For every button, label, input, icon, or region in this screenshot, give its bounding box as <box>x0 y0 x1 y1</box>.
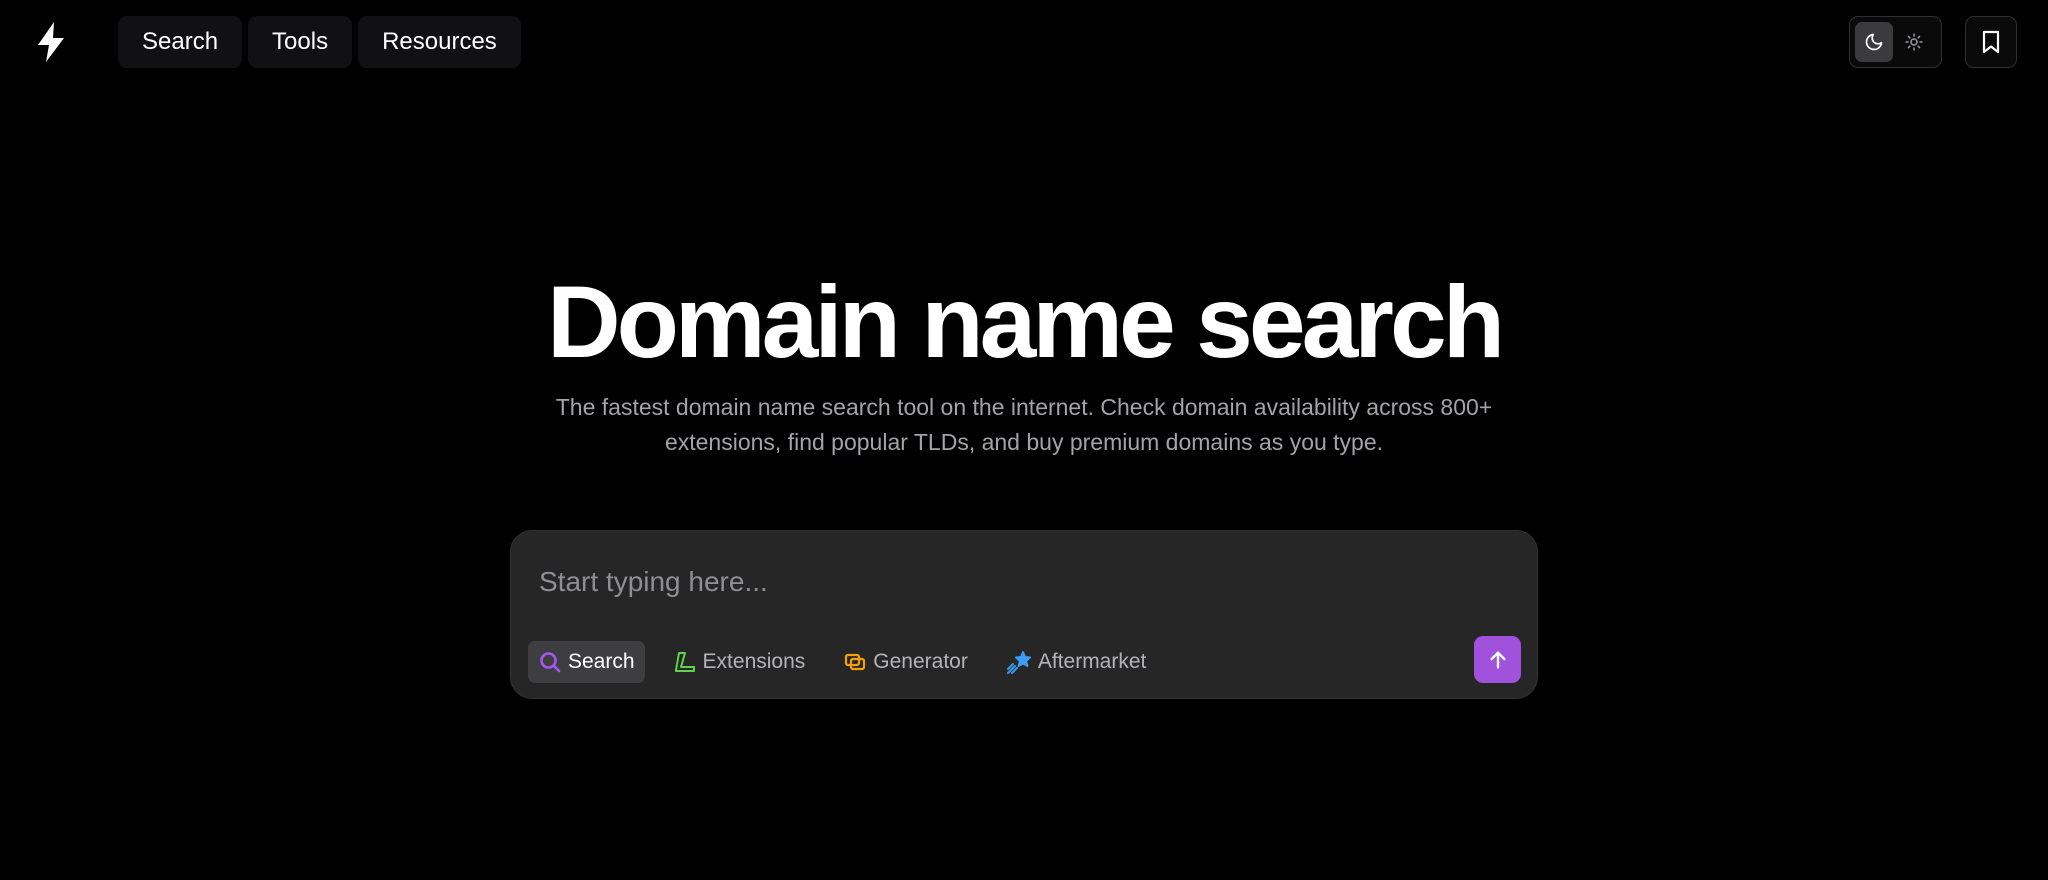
arrow-up-icon <box>1489 650 1506 669</box>
mode-tab-aftermarket[interactable]: Aftermarket <box>996 641 1157 683</box>
page-subtitle: The fastest domain name search tool on t… <box>524 390 1524 460</box>
generator-icon <box>845 653 866 671</box>
nav-item-search[interactable]: Search <box>118 16 243 68</box>
mode-tab-label: Generator <box>873 650 968 673</box>
bookmarks-button[interactable] <box>1965 16 2017 68</box>
bookmark-icon <box>1982 30 2000 54</box>
sun-icon <box>1905 33 1923 51</box>
domain-search-input[interactable] <box>539 557 1499 607</box>
nav-item-tools[interactable]: Tools <box>248 16 353 68</box>
search-icon <box>540 652 561 673</box>
subtitle-line-2: extensions, find popular TLDs, and buy p… <box>664 429 1384 455</box>
mode-tab-generator[interactable]: Generator <box>833 641 978 683</box>
nav-item-resources[interactable]: Resources <box>358 16 521 68</box>
light-mode-button[interactable] <box>1895 22 1933 62</box>
submit-search-button[interactable] <box>1474 636 1521 683</box>
search-mode-tabs: Search Extensions Generator Aftermarket <box>528 641 1156 683</box>
mode-tab-label: Search <box>568 650 635 673</box>
moon-icon <box>1865 33 1883 51</box>
mode-tab-extensions[interactable]: Extensions <box>663 641 816 683</box>
nav-item-label: Search <box>142 28 219 55</box>
page-title: Domain name search <box>546 265 1505 379</box>
aftermarket-icon <box>1006 651 1031 674</box>
mode-tab-label: Extensions <box>702 650 806 673</box>
search-panel: Search Extensions Generator <box>510 530 1538 699</box>
dark-mode-button[interactable] <box>1855 22 1893 62</box>
theme-toggle <box>1849 16 1942 68</box>
top-bar: Search Tools Resources <box>0 0 2048 86</box>
mode-tab-label: Aftermarket <box>1037 650 1147 673</box>
nav-item-label: Tools <box>272 28 329 55</box>
page: Search Tools Resources Domain name searc… <box>0 0 2048 880</box>
subtitle-line-1: The fastest domain name search tool on t… <box>555 394 1493 420</box>
logo-bolt-icon[interactable] <box>32 20 70 64</box>
main-nav: Search Tools Resources <box>118 16 521 68</box>
nav-item-label: Resources <box>382 28 497 55</box>
mode-tab-search[interactable]: Search <box>528 641 645 683</box>
extensions-icon <box>674 652 695 672</box>
